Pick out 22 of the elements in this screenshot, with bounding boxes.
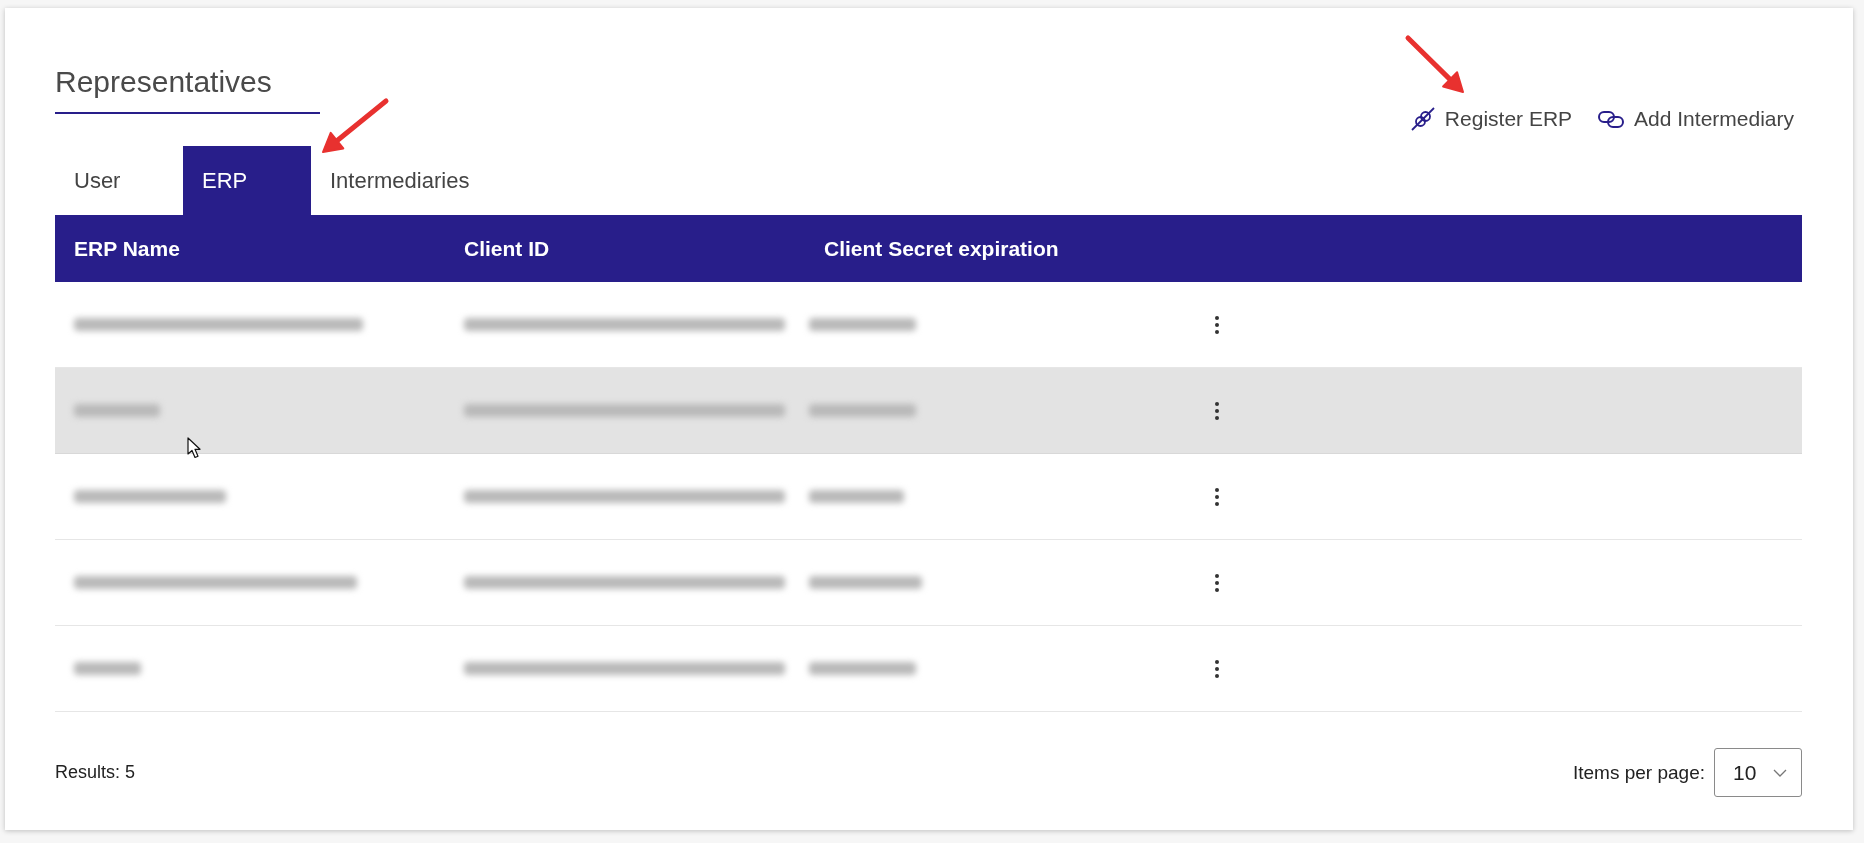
results-count: Results: 5 — [55, 762, 136, 783]
page-title: Representatives — [55, 64, 320, 114]
more-options-icon[interactable] — [1214, 314, 1220, 335]
blurred-text — [74, 662, 141, 675]
link-icon — [1598, 110, 1625, 128]
more-options-icon[interactable] — [1214, 658, 1220, 679]
tab[interactable]: Intermediaries — [311, 146, 489, 215]
connector-icon — [1410, 107, 1435, 131]
chevron-down-icon — [1773, 768, 1787, 777]
mouse-pointer-icon — [187, 437, 202, 459]
column-header: ERP Name — [73, 236, 181, 261]
column-header: Client Secret expiration — [823, 236, 1060, 261]
items-per-page-select[interactable]: 10 — [1714, 748, 1802, 797]
items-per-page-label: Items per page: — [1572, 761, 1705, 784]
column-header: Client ID — [463, 236, 551, 261]
tab[interactable]: User — [55, 146, 183, 215]
action-button[interactable]: Add Intermediary — [1598, 106, 1794, 132]
more-options-icon[interactable] — [1214, 572, 1220, 593]
action-button[interactable]: Register ERP — [1410, 106, 1573, 132]
more-options-icon[interactable] — [1214, 486, 1220, 507]
more-options-icon[interactable] — [1214, 400, 1220, 421]
tab[interactable]: ERP — [183, 146, 311, 215]
